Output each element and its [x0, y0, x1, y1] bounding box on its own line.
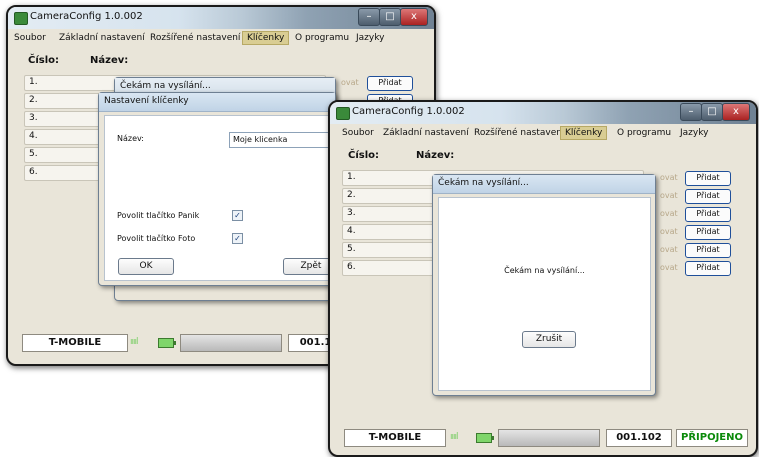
keychain-dialog-title: Nastavení klíčenky [104, 96, 189, 106]
add-button-5[interactable]: Přidat [685, 243, 731, 258]
panic-checkbox[interactable]: ✓ [232, 210, 243, 221]
menu-soubor[interactable]: Soubor [10, 32, 50, 44]
row-number: 5. [347, 244, 356, 254]
operator-box: T-MOBILE [344, 429, 446, 447]
row-number: 2. [347, 190, 356, 200]
back-window-title: CameraConfig 1.0.002 [30, 11, 143, 22]
waiting-dialog-behind-title: Čekám na vysílání... [120, 81, 211, 91]
row-number: 3. [347, 208, 356, 218]
signal-icon: ııııl [450, 432, 458, 442]
edit-button-partial[interactable]: ovat [660, 227, 678, 236]
front-window: CameraConfig 1.0.002 – □ x Soubor Základ… [328, 100, 758, 457]
maximize-button[interactable]: □ [701, 103, 723, 121]
header-number: Číslo: [348, 150, 380, 161]
connection-status: PŘIPOJENO [676, 429, 748, 447]
edit-button-partial[interactable]: ovat [341, 78, 359, 87]
name-label: Název: [117, 134, 144, 143]
row-number: 6. [347, 262, 356, 272]
back-menubar: Soubor Základní nastavení Rozšířené nast… [8, 30, 434, 47]
minimize-button[interactable]: – [358, 8, 380, 26]
signal-gauge [180, 334, 282, 352]
photo-label: Povolit tlačítko Foto [117, 234, 196, 243]
name-input[interactable]: Moje klicenka [229, 132, 336, 148]
ok-button[interactable]: OK [118, 258, 174, 275]
panic-label: Povolit tlačítko Panik [117, 211, 200, 220]
waiting-dialog-title: Čekám na vysílání... [438, 178, 529, 188]
add-button-2[interactable]: Přidat [685, 189, 731, 204]
edit-button-partial[interactable]: ovat [660, 173, 678, 182]
app-icon [336, 107, 350, 120]
keychain-settings-dialog: Nastavení klíčenky Název: Moje klicenka … [98, 92, 339, 286]
menu-soubor[interactable]: Soubor [338, 127, 378, 139]
menu-klicenky[interactable]: Klíčenky [242, 31, 290, 45]
operator-box: T-MOBILE [22, 334, 128, 352]
add-button-1[interactable]: Přidat [367, 76, 413, 91]
maximize-button[interactable]: □ [379, 8, 401, 26]
header-name: Název: [90, 55, 129, 66]
row-number: 3. [29, 113, 38, 123]
menu-klicenky[interactable]: Klíčenky [560, 126, 608, 140]
menu-o-programu[interactable]: O programu [613, 127, 675, 139]
cancel-button[interactable]: Zrušit [522, 331, 576, 348]
keychain-dialog-body: Název: Moje klicenka Povolit tlačítko Pa… [104, 115, 339, 281]
menu-jazyky[interactable]: Jazyky [352, 32, 388, 44]
front-menubar: Soubor Základní nastavení Rozšířené nast… [330, 125, 756, 142]
minimize-button[interactable]: – [680, 103, 702, 121]
row-number: 4. [347, 226, 356, 236]
edit-button-partial[interactable]: ovat [660, 191, 678, 200]
row-number: 4. [29, 131, 38, 141]
photo-checkbox[interactable]: ✓ [232, 233, 243, 244]
row-number: 2. [29, 95, 38, 105]
menu-o-programu[interactable]: O programu [291, 32, 353, 44]
waiting-dialog-body: Čekám na vysílání... Zrušit [438, 197, 651, 391]
signal-icon: ııııl [130, 337, 138, 347]
menu-zakladni-nastaveni[interactable]: Základní nastavení [379, 127, 473, 139]
back-window-titlebar: CameraConfig 1.0.002 – □ x [8, 7, 434, 29]
header-number: Číslo: [28, 55, 60, 66]
header-name: Název: [416, 150, 455, 161]
battery-icon [158, 338, 176, 348]
close-button[interactable]: x [400, 8, 428, 26]
row-number: 5. [29, 149, 38, 159]
add-button-4[interactable]: Přidat [685, 225, 731, 240]
waiting-message: Čekám na vysílání... [504, 266, 585, 275]
close-button[interactable]: x [722, 103, 750, 121]
edit-button-partial[interactable]: ovat [660, 209, 678, 218]
waiting-dialog: Čekám na vysílání... Čekám na vysílání..… [432, 174, 656, 396]
battery-icon [476, 433, 494, 443]
code-box: 001.102 [606, 429, 672, 447]
add-button-6[interactable]: Přidat [685, 261, 731, 276]
menu-rozsirene-nastaveni[interactable]: Rozšířené nastavení [146, 32, 244, 44]
add-button-3[interactable]: Přidat [685, 207, 731, 222]
row-number: 1. [29, 77, 38, 87]
add-button-1[interactable]: Přidat [685, 171, 731, 186]
app-icon [14, 12, 28, 25]
row-number: 1. [347, 172, 356, 182]
front-window-titlebar: CameraConfig 1.0.002 – □ x [330, 102, 756, 124]
edit-button-partial[interactable]: ovat [660, 263, 678, 272]
edit-button-partial[interactable]: ovat [660, 245, 678, 254]
menu-jazyky[interactable]: Jazyky [676, 127, 712, 139]
front-window-title: CameraConfig 1.0.002 [352, 106, 465, 117]
menu-rozsirene-nastaveni[interactable]: Rozšířené nastavení [470, 127, 568, 139]
menu-zakladni-nastaveni[interactable]: Základní nastavení [55, 32, 149, 44]
signal-gauge [498, 429, 600, 447]
row-number: 6. [29, 167, 38, 177]
